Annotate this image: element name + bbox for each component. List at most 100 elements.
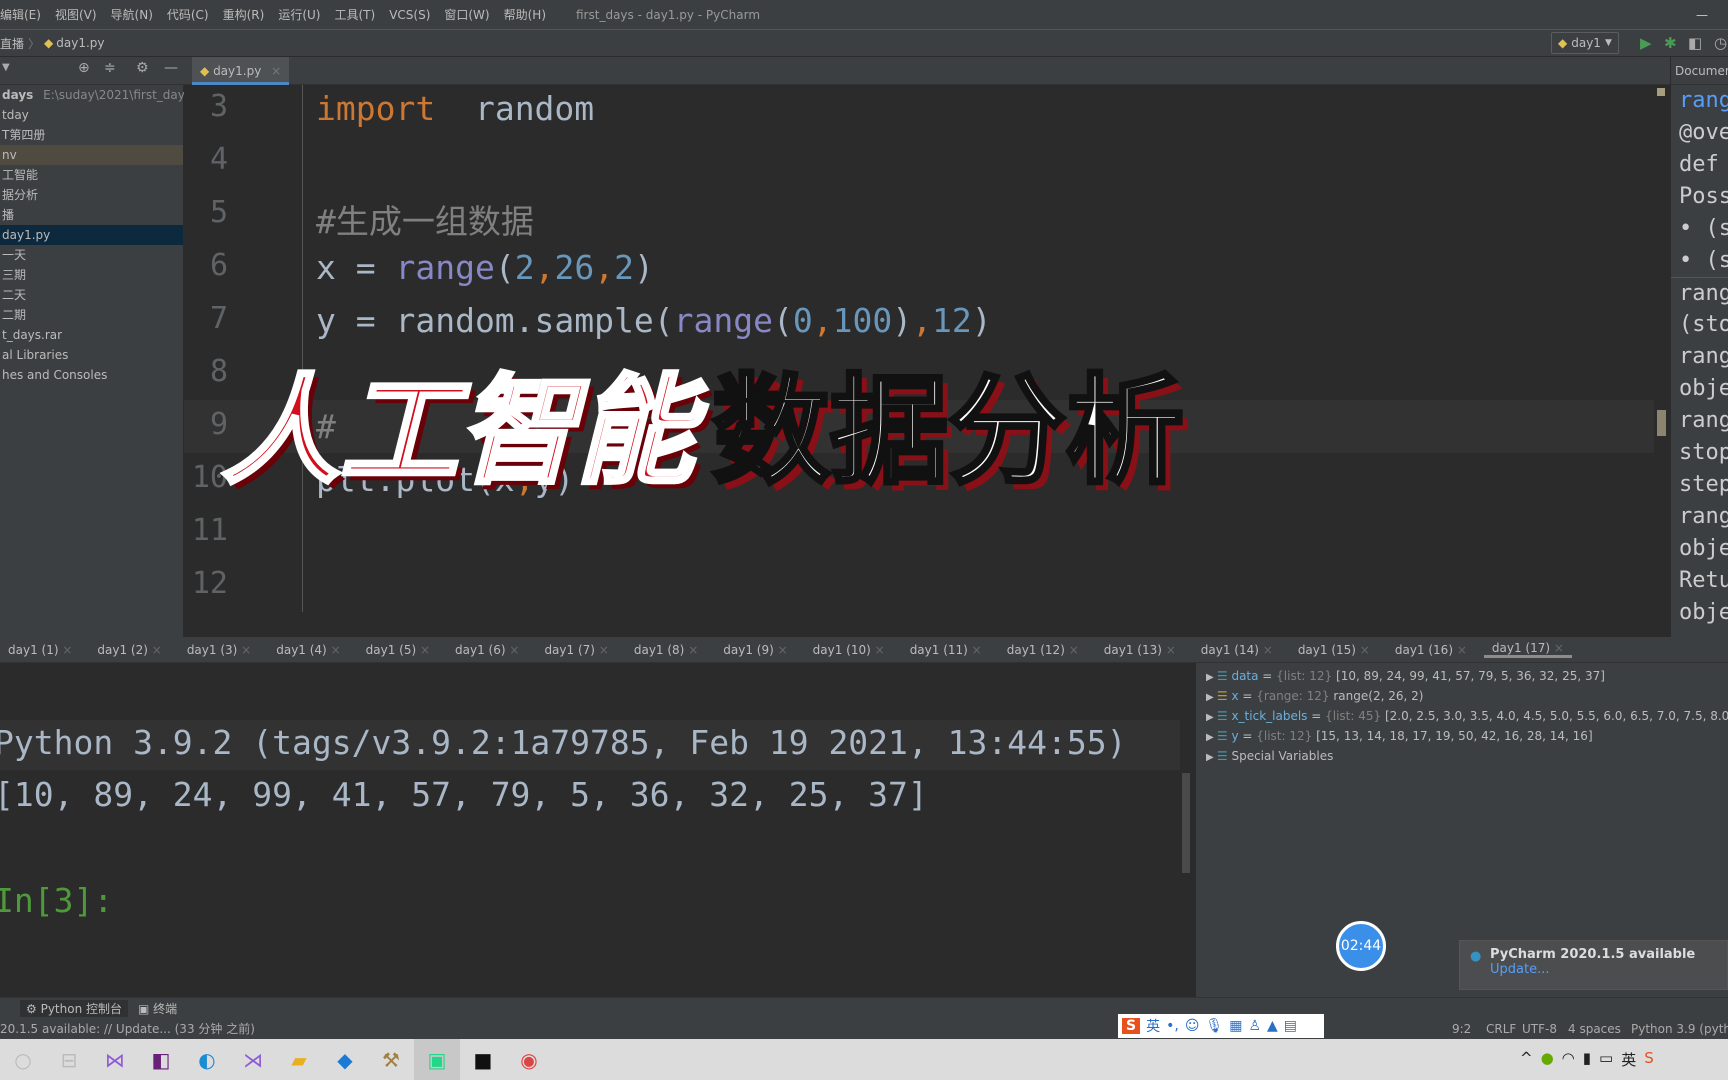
console-tab[interactable]: day1 (14) × (1193, 643, 1281, 657)
close-icon[interactable]: × (271, 64, 281, 78)
menu-navigate[interactable]: 导航(N) (111, 6, 153, 23)
console-tab[interactable]: day1 (3) × (179, 643, 259, 657)
collapse-icon[interactable]: ≑ (104, 60, 116, 76)
visual-studio-2-icon[interactable]: ◧ (138, 1039, 184, 1080)
close-icon[interactable]: × (327, 643, 341, 657)
user-icon[interactable]: ♙ (1248, 1018, 1261, 1034)
console-tab[interactable]: day1 (4) × (268, 643, 348, 657)
project-tree-item[interactable]: tday (0, 105, 183, 125)
editor-scrollbar[interactable] (1654, 85, 1670, 612)
code-line[interactable]: x = range(2,26,2) (316, 248, 654, 287)
close-icon[interactable]: × (1356, 643, 1370, 657)
close-icon[interactable]: × (1065, 643, 1079, 657)
variable-row[interactable]: ▶ ☰ Special Variables (1196, 746, 1728, 766)
console-prompt[interactable]: In[3]: (0, 881, 113, 920)
close-icon[interactable]: × (871, 643, 885, 657)
update-link[interactable]: Update... (1470, 962, 1717, 977)
project-tree-item[interactable]: 播 (0, 205, 183, 225)
console-tab[interactable]: day1 (17) × (1483, 641, 1572, 658)
close-icon[interactable]: × (506, 643, 519, 657)
indent-setting[interactable]: 4 spaces (1568, 1019, 1621, 1039)
expand-arrow-icon[interactable]: ▶ (1206, 692, 1217, 703)
tab-python-console[interactable]: ⚙ Python 控制台 (20, 1000, 128, 1017)
menu-edit[interactable]: 编辑(E) (0, 6, 41, 23)
console-tab[interactable]: day1 (2) × (89, 643, 169, 657)
line-separator[interactable]: CRLF (1486, 1019, 1516, 1039)
file-encoding[interactable]: UTF-8 (1522, 1019, 1557, 1039)
menu-refactor[interactable]: 重构(R) (223, 6, 265, 23)
wifi-icon[interactable]: ◠ (1562, 1049, 1575, 1070)
menu-tools[interactable]: 工具(T) (334, 6, 375, 23)
project-tree-item[interactable]: hes and Consoles (0, 365, 183, 385)
close-icon[interactable]: × (148, 643, 162, 657)
project-tree-item[interactable]: t_days.rar (0, 325, 183, 345)
tab-day1-py[interactable]: ◆ day1.py × (192, 57, 290, 85)
project-tree-item[interactable]: nv (0, 145, 183, 165)
console-tab[interactable]: day1 (8) × (626, 643, 706, 657)
console-tab[interactable]: day1 (1) × (0, 643, 80, 657)
minimize-button[interactable]: — (1696, 8, 1708, 22)
sogou-icon[interactable]: S (1644, 1049, 1654, 1070)
hide-icon[interactable]: — (164, 60, 178, 76)
variable-row[interactable]: ▶ ☰ x_tick_labels = {list: 45} [2.0, 2.5… (1196, 706, 1728, 726)
close-icon[interactable]: × (1162, 643, 1176, 657)
breadcrumb-file[interactable]: day1.py (56, 36, 104, 50)
variable-row[interactable]: ▶ ☰ x = {range: 12} range(2, 26, 2) (1196, 686, 1728, 706)
console-tab[interactable]: day1 (16) × (1387, 643, 1475, 657)
tools-icon[interactable]: ⚒ (368, 1039, 414, 1080)
project-tree-item[interactable]: 二天 (0, 285, 183, 305)
punctuation-icon[interactable]: •, (1166, 1018, 1179, 1034)
interpreter[interactable]: Python 3.9 (pytho (1631, 1019, 1728, 1039)
menu-run[interactable]: 运行(U) (278, 6, 320, 23)
project-tree-item[interactable]: 一天 (0, 245, 183, 265)
chevron-down-icon[interactable]: ▼ (2, 62, 10, 73)
expand-arrow-icon[interactable]: ▶ (1206, 752, 1217, 763)
menu-code[interactable]: 代码(C) (167, 6, 209, 23)
chrome-icon[interactable]: ◉ (506, 1039, 552, 1080)
caret-position[interactable]: 9:2 (1452, 1019, 1471, 1039)
close-icon[interactable]: × (1453, 643, 1467, 657)
tray-app-icon[interactable]: ● (1541, 1049, 1554, 1070)
code-line[interactable]: #生成一组数据 (316, 195, 534, 243)
close-icon[interactable]: × (1550, 641, 1564, 655)
emoji-icon[interactable]: ☺ (1185, 1018, 1200, 1034)
expand-arrow-icon[interactable]: ▶ (1206, 732, 1217, 743)
close-icon[interactable]: × (1259, 643, 1273, 657)
project-tree-item[interactable]: 据分析 (0, 185, 183, 205)
console-tab[interactable]: day1 (13) × (1096, 643, 1184, 657)
close-icon[interactable]: × (237, 643, 251, 657)
menu-vcs[interactable]: VCS(S) (389, 8, 430, 22)
search-icon[interactable]: ○ (0, 1039, 46, 1080)
variable-row[interactable]: ▶ ☰ y = {list: 12} [15, 13, 14, 18, 17, … (1196, 726, 1728, 746)
run-icon[interactable]: ▶ (1640, 34, 1652, 52)
status-message[interactable]: 20.1.5 available: // Update... (33 分钟 之前… (0, 1019, 255, 1039)
keyboard-icon[interactable]: ▦ (1229, 1018, 1242, 1034)
expand-arrow-icon[interactable]: ▶ (1206, 672, 1217, 683)
project-tree-item[interactable]: 三期 (0, 265, 183, 285)
scrollbar-thumb[interactable] (1657, 410, 1666, 436)
ime-language[interactable]: 英 (1146, 1016, 1160, 1036)
project-tree-item[interactable]: 二期 (0, 305, 183, 325)
console-tab[interactable]: day1 (10) × (805, 643, 893, 657)
console-tab[interactable]: day1 (9) × (715, 643, 795, 657)
project-tree-item[interactable]: day1.py (0, 225, 183, 245)
project-tree-item[interactable]: al Libraries (0, 345, 183, 365)
console-tab[interactable]: day1 (5) × (358, 643, 438, 657)
close-icon[interactable]: × (595, 643, 609, 657)
skin-icon[interactable]: ▲ (1267, 1018, 1278, 1034)
microphone-icon[interactable]: ▮ (1583, 1049, 1591, 1070)
console-tab[interactable]: day1 (11) × (902, 643, 990, 657)
project-root[interactable]: days E:\suday\2021\first_days (0, 85, 191, 105)
close-icon[interactable]: × (968, 643, 982, 657)
project-tree-item[interactable]: T第四册 (0, 125, 183, 145)
console-tab[interactable]: day1 (6) × (447, 643, 527, 657)
profile-icon[interactable]: ◷ (1714, 34, 1727, 52)
locate-icon[interactable]: ⊕ (78, 60, 90, 76)
close-icon[interactable]: × (416, 643, 430, 657)
console-tab[interactable]: day1 (12) × (999, 643, 1087, 657)
edge-icon[interactable]: ◐ (184, 1039, 230, 1080)
tab-terminal[interactable]: ▣ 终端 (138, 1000, 177, 1017)
code-line[interactable]: import random (316, 89, 594, 128)
close-icon[interactable]: × (59, 643, 72, 657)
run-config-select[interactable]: ◆ day1 ▼ (1551, 32, 1619, 54)
